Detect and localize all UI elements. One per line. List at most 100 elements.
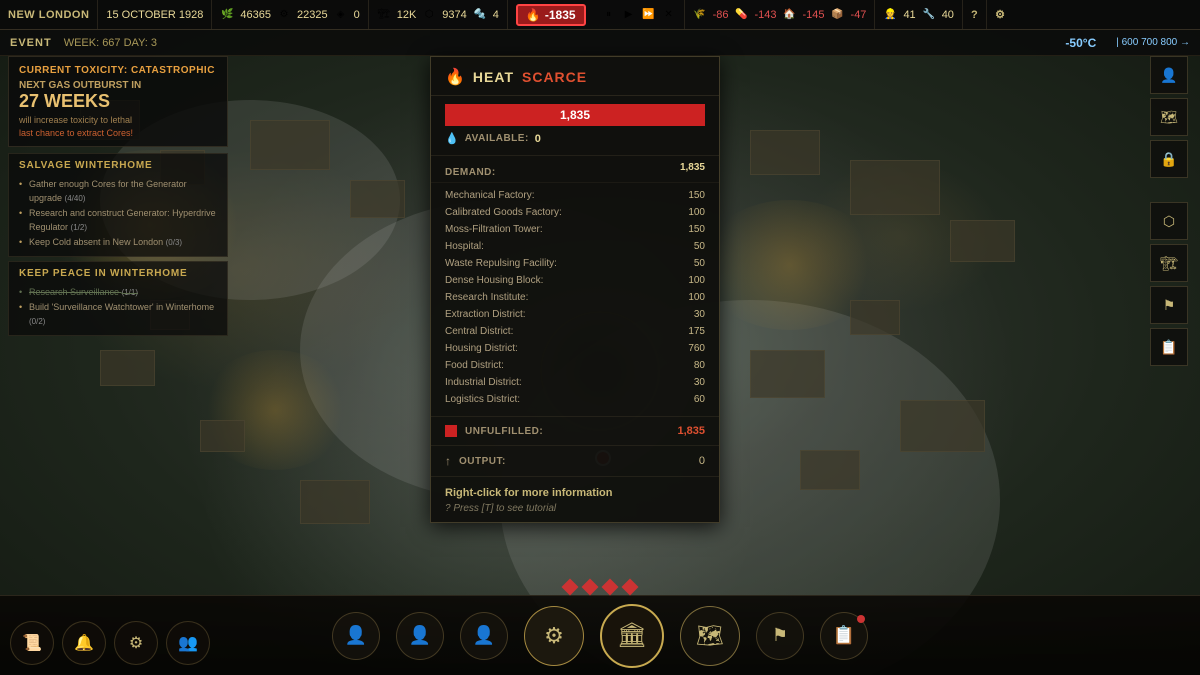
settings-section[interactable]: ⚙ bbox=[987, 0, 1013, 29]
demand-row: Moss-Filtration Tower:150 bbox=[445, 221, 705, 238]
right-bottom-1-icon[interactable]: ⚑ bbox=[756, 612, 804, 660]
output-label: OUTPUT: bbox=[459, 456, 506, 467]
diamond-1 bbox=[562, 579, 579, 596]
right-btn-1[interactable]: ⬡ bbox=[1150, 202, 1188, 240]
quest-item: Build 'Surveillance Watchtower' in Winte… bbox=[19, 300, 217, 329]
unfulfilled-label: UNFULFILLED: bbox=[465, 426, 543, 437]
shelter-icon: 🏠 bbox=[783, 8, 797, 22]
food-r-icon: 🌾 bbox=[693, 8, 707, 22]
stockpile-value: 46365 bbox=[240, 9, 271, 21]
character-1-icon[interactable]: 👤 bbox=[332, 612, 380, 660]
available-value: 0 bbox=[535, 133, 541, 145]
demand-row: Mechanical Factory:150 bbox=[445, 187, 705, 204]
parts-value: 4 bbox=[493, 9, 499, 21]
popup-heat-label: HEAT bbox=[473, 69, 514, 85]
demand-row: Industrial District:30 bbox=[445, 374, 705, 391]
right-bottom-2-wrap: 📋 bbox=[820, 612, 868, 660]
quest-progress: (1/1) bbox=[122, 288, 138, 297]
bl-btn-4[interactable]: 👥 bbox=[166, 621, 210, 665]
demand-list: Mechanical Factory:150Calibrated Goods F… bbox=[431, 183, 719, 417]
popup-footer: Right-click for more information ? Press… bbox=[431, 477, 719, 522]
close-icon[interactable]: ✕ bbox=[662, 8, 676, 22]
bl-btn-3[interactable]: ⚙ bbox=[114, 621, 158, 665]
event-label: EVENT bbox=[10, 37, 52, 49]
demand-bar-container: 1,835 💧 AVAILABLE: 0 bbox=[431, 96, 719, 156]
unfulfilled-row: UNFULFILLED: 1,835 bbox=[431, 417, 719, 446]
help-icon[interactable]: ? bbox=[971, 9, 978, 21]
peace-title: KEEP PEACE IN WINTERHOME bbox=[19, 268, 217, 279]
popup-header: 🔥 HEAT SCARCE bbox=[431, 57, 719, 96]
demand-label: DEMAND: bbox=[445, 167, 496, 178]
quest-item-completed: Research Surveillance (1/1) bbox=[19, 285, 217, 300]
quest-progress: (0/2) bbox=[29, 317, 45, 326]
workforce-value: 41 bbox=[903, 9, 915, 21]
demand-header: DEMAND: 1,835 bbox=[431, 156, 719, 183]
logistics-icon: 📦 bbox=[831, 8, 845, 22]
character-3-icon[interactable]: 👤 bbox=[460, 612, 508, 660]
demand-bar-value: 1,835 bbox=[560, 108, 590, 122]
toxicity-desc: will increase toxicity to lethal bbox=[19, 115, 217, 125]
parts-icon: 🔩 bbox=[473, 8, 487, 22]
salvage-title: SALVAGE WINTERHOME bbox=[19, 160, 217, 171]
map-bottom-icon[interactable]: 🗺 bbox=[680, 606, 740, 666]
output-value: 0 bbox=[699, 455, 705, 467]
quest-progress: (0/3) bbox=[166, 238, 182, 247]
right-btn-map[interactable]: 🗺 bbox=[1150, 98, 1188, 136]
demand-row: Logistics District:60 bbox=[445, 391, 705, 408]
engineer-value: 40 bbox=[942, 9, 954, 21]
right-click-hint: Right-click for more information bbox=[445, 487, 705, 499]
right-btn-lock[interactable]: 🔒 bbox=[1150, 140, 1188, 178]
generator-icon[interactable]: ⚙ bbox=[524, 606, 584, 666]
unfulfilled-value: 1,835 bbox=[677, 425, 705, 437]
popup-flame-icon: 🔥 bbox=[445, 67, 465, 87]
play-icon[interactable]: ▶ bbox=[622, 8, 636, 22]
quest-text: Research Surveillance bbox=[29, 287, 119, 297]
prefabs-value: 12K bbox=[397, 9, 417, 21]
bottom-left-panel: 📜 🔔 ⚙ 👥 bbox=[10, 621, 210, 665]
right-bottom-2-icon[interactable]: 📋 bbox=[820, 612, 868, 660]
date-info: 15 OCTOBER 1928 bbox=[98, 0, 212, 29]
diamond-4 bbox=[622, 579, 639, 596]
resources-mid: 🏗 12K ⬡ 9374 🔩 4 bbox=[369, 0, 508, 29]
event-bar: EVENT WEEK: 667 DAY: 3 -50°C | 600 700 8… bbox=[0, 30, 1200, 56]
worker-icon: 👷 bbox=[883, 8, 897, 22]
cores-value: 0 bbox=[354, 9, 360, 21]
toxicity-hint: last chance to extract Cores! bbox=[19, 128, 217, 138]
stockpile-icon: 🌿 bbox=[220, 8, 234, 22]
heat-indicator[interactable]: 🔥 -1835 bbox=[516, 4, 586, 26]
hub-icon[interactable]: 🏛 bbox=[600, 604, 664, 668]
right-btn-2[interactable]: 🏗 bbox=[1150, 244, 1188, 282]
right-bottom-1-wrap: ⚑ bbox=[756, 612, 804, 660]
demand-row: Waste Repulsing Facility:50 bbox=[445, 255, 705, 272]
character-2-icon[interactable]: 👤 bbox=[396, 612, 444, 660]
week-day-label: WEEK: 667 DAY: 3 bbox=[64, 37, 157, 49]
drop-icon: 💧 bbox=[445, 132, 459, 145]
temperature-display: -50°C bbox=[1065, 36, 1096, 50]
pause-icon[interactable]: ⏸ bbox=[602, 8, 616, 22]
diamond-3 bbox=[602, 579, 619, 596]
popup-scarce-label: SCARCE bbox=[522, 69, 587, 85]
fast-icon[interactable]: ⏩ bbox=[642, 8, 656, 22]
right-btn-3[interactable]: ⚑ bbox=[1150, 286, 1188, 324]
character-2-wrap: 👤 bbox=[396, 612, 444, 660]
help-section[interactable]: ? bbox=[963, 0, 987, 29]
toxicity-box: CURRENT TOXICITY: CATASTROPHIC NEXT GAS … bbox=[8, 56, 228, 147]
demand-row: Dense Housing Block:100 bbox=[445, 272, 705, 289]
city-info: NEW LONDON bbox=[0, 0, 98, 29]
demand-total: 1,835 bbox=[680, 162, 705, 173]
bl-btn-2[interactable]: 🔔 bbox=[62, 621, 106, 665]
material-icon: ⚙ bbox=[277, 8, 291, 22]
tutorial-hint: ? Press [T] to see tutorial bbox=[445, 503, 705, 514]
right-btn-4[interactable]: 📋 bbox=[1150, 328, 1188, 366]
bl-btn-1[interactable]: 📜 bbox=[10, 621, 54, 665]
shelter-value: -145 bbox=[803, 9, 825, 21]
character-1-wrap: 👤 bbox=[332, 612, 380, 660]
diamond-2 bbox=[582, 579, 599, 596]
right-btn-avatar[interactable]: 👤 bbox=[1150, 56, 1188, 94]
engineer-icon: 🔧 bbox=[922, 8, 936, 22]
settings-icon[interactable]: ⚙ bbox=[995, 8, 1005, 21]
quest-item: Gather enough Cores for the Generator up… bbox=[19, 177, 217, 206]
available-label: AVAILABLE: bbox=[465, 133, 529, 144]
output-row: ↑ OUTPUT: 0 bbox=[431, 446, 719, 477]
quest-progress: (4/40) bbox=[65, 194, 86, 203]
